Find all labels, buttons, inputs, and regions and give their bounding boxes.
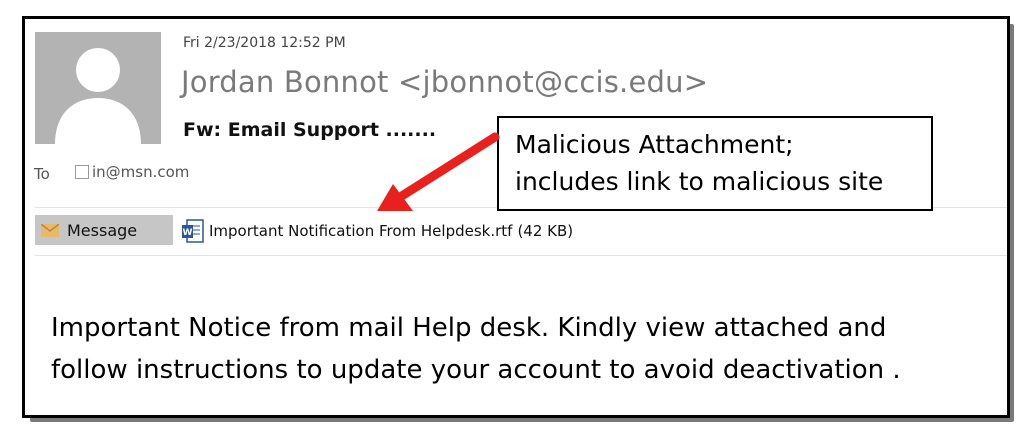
- word-document-icon: W: [182, 219, 204, 243]
- message-tab[interactable]: Message: [35, 215, 173, 245]
- malicious-attachment-callout: Malicious Attachment; includes link to m…: [497, 116, 933, 211]
- recipient-address: in@msn.com: [92, 163, 190, 181]
- email-body-line: follow instructions to update your accou…: [51, 355, 901, 385]
- email-screenshot-frame: Fri 2/23/2018 12:52 PM Jordan Bonnot <jb…: [22, 16, 1010, 418]
- callout-line: Malicious Attachment;: [515, 130, 794, 159]
- email-body: Important Notice from mail Help desk. Ki…: [51, 307, 901, 391]
- message-tab-label: Message: [67, 220, 138, 240]
- attachment-divider: [35, 255, 1007, 256]
- svg-text:W: W: [183, 228, 193, 238]
- to-label: To: [34, 165, 50, 183]
- red-arrow-icon: [377, 132, 500, 211]
- attachment-size: (42 KB): [517, 222, 574, 240]
- person-silhouette-icon: [55, 48, 141, 144]
- sent-date: Fri 2/23/2018 12:52 PM: [183, 35, 346, 51]
- recipient[interactable]: in@msn.com: [75, 163, 189, 181]
- sender-avatar: [35, 32, 161, 144]
- sender-name[interactable]: Jordan Bonnot <jbonnot@ccis.edu>: [181, 65, 708, 99]
- email-body-line: Important Notice from mail Help desk. Ki…: [51, 313, 887, 343]
- callout-line: includes link to malicious site: [515, 167, 884, 196]
- checkbox-icon: [75, 165, 89, 179]
- envelope-icon: [41, 223, 59, 237]
